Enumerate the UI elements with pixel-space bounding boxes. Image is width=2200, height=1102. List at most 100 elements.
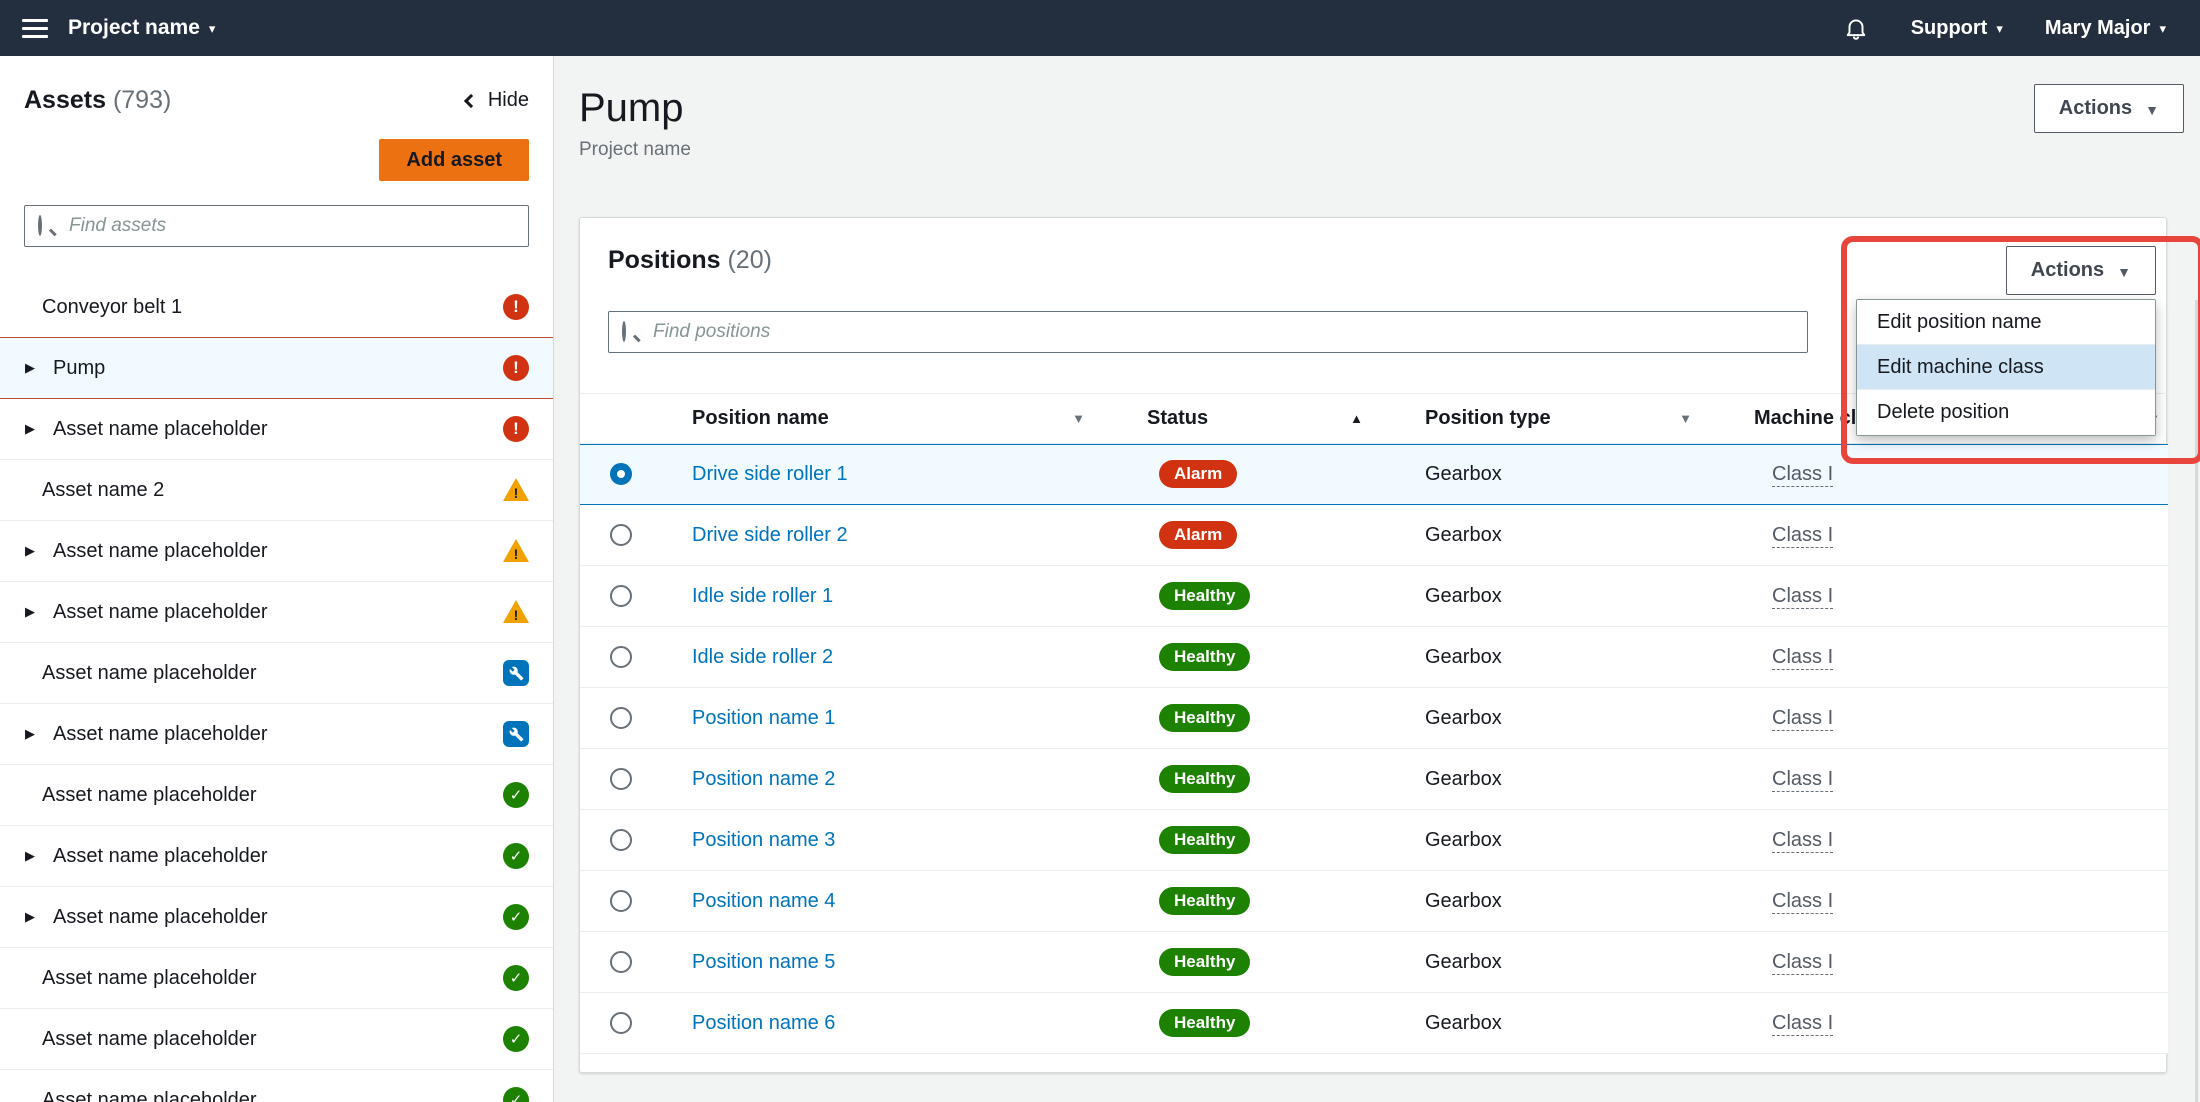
search-icon: [38, 217, 56, 235]
machine-class-link[interactable]: Class I: [1772, 463, 1833, 487]
asset-list-item[interactable]: Asset name placeholder✓: [0, 1009, 553, 1070]
position-row[interactable]: Position name 5HealthyGearboxClass I: [580, 932, 2168, 993]
asset-list-item[interactable]: ▶Asset name placeholder!: [0, 521, 553, 582]
menu-item-edit-machine-class[interactable]: Edit machine class: [1857, 345, 2155, 390]
asset-list-item[interactable]: ▶Asset name placeholder!: [0, 399, 553, 460]
position-name-link[interactable]: Drive side roller 2: [692, 524, 848, 546]
asset-list-item[interactable]: ▶Asset name placeholder: [0, 704, 553, 765]
page-actions-button[interactable]: Actions ▼: [2034, 84, 2184, 133]
machine-class-link[interactable]: Class I: [1772, 890, 1833, 914]
asset-name: Asset name placeholder: [42, 784, 503, 807]
row-select-radio[interactable]: [610, 707, 632, 729]
asset-list-item[interactable]: ▶Asset name placeholder✓: [0, 826, 553, 887]
machine-class-link[interactable]: Class I: [1772, 829, 1833, 853]
asset-name: Asset name placeholder: [53, 418, 503, 441]
asset-name: Asset name placeholder: [53, 540, 503, 563]
machine-class-link[interactable]: Class I: [1772, 951, 1833, 975]
position-name-link[interactable]: Idle side roller 1: [692, 585, 833, 607]
asset-search: [24, 205, 529, 247]
filter-caret-icon[interactable]: ▼: [1679, 411, 1692, 426]
status-badge: Healthy: [1159, 826, 1250, 854]
position-search: [608, 311, 1808, 353]
expand-arrow-icon[interactable]: ▶: [25, 604, 53, 620]
support-menu[interactable]: Support ▾: [1911, 17, 2003, 40]
machine-class-link[interactable]: Class I: [1772, 768, 1833, 792]
expand-arrow-icon[interactable]: ▶: [25, 848, 53, 864]
position-type: Gearbox: [1425, 768, 1502, 790]
column-header-position-type[interactable]: Position type▼: [1423, 394, 1752, 444]
asset-name: Pump: [53, 357, 503, 380]
machine-class-link[interactable]: Class I: [1772, 646, 1833, 670]
position-name-link[interactable]: Drive side roller 1: [692, 463, 848, 485]
machine-class-link[interactable]: Class I: [1772, 585, 1833, 609]
hide-sidebar-link[interactable]: Hide: [466, 89, 529, 112]
machine-class-link[interactable]: Class I: [1772, 524, 1833, 548]
row-select-radio[interactable]: [610, 829, 632, 851]
asset-list-item[interactable]: Conveyor belt 1!: [0, 277, 553, 338]
column-header-position-name[interactable]: Position name▼: [662, 394, 1145, 444]
asset-list-item[interactable]: Asset name 2!: [0, 460, 553, 521]
sort-ascending-icon[interactable]: ▲: [1350, 411, 1363, 426]
machine-class-link[interactable]: Class I: [1772, 707, 1833, 731]
healthy-status-icon: ✓: [503, 904, 529, 930]
status-badge: Healthy: [1159, 643, 1250, 671]
position-row[interactable]: Idle side roller 1HealthyGearboxClass I: [580, 566, 2168, 627]
menu-item-delete-position[interactable]: Delete position: [1857, 390, 2155, 435]
asset-name: Asset name placeholder: [53, 601, 503, 624]
healthy-status-icon: ✓: [503, 965, 529, 991]
expand-arrow-icon[interactable]: ▶: [25, 909, 53, 925]
column-header-status[interactable]: Status▲: [1145, 394, 1423, 444]
filter-caret-icon[interactable]: ▼: [1072, 411, 1085, 426]
position-row[interactable]: Drive side roller 1AlarmGearboxClass I: [580, 444, 2168, 505]
row-select-radio[interactable]: [610, 890, 632, 912]
asset-list-item[interactable]: ▶Asset name placeholder!: [0, 582, 553, 643]
expand-arrow-icon[interactable]: ▶: [25, 360, 53, 376]
position-type: Gearbox: [1425, 890, 1502, 912]
position-row[interactable]: Position name 6HealthyGearboxClass I: [580, 993, 2168, 1054]
row-select-radio[interactable]: [610, 646, 632, 668]
user-menu[interactable]: Mary Major ▾: [2045, 17, 2166, 40]
position-name-link[interactable]: Idle side roller 2: [692, 646, 833, 668]
row-select-radio[interactable]: [610, 585, 632, 607]
asset-list-item[interactable]: ▶Asset name placeholder✓: [0, 887, 553, 948]
row-select-radio[interactable]: [610, 1012, 632, 1034]
position-name-link[interactable]: Position name 3: [692, 829, 835, 851]
row-select-radio[interactable]: [610, 951, 632, 973]
position-row[interactable]: Drive side roller 2AlarmGearboxClass I: [580, 505, 2168, 566]
find-positions-input[interactable]: [608, 311, 1808, 353]
row-select-radio[interactable]: [610, 768, 632, 790]
expand-arrow-icon[interactable]: ▶: [25, 543, 53, 559]
position-row[interactable]: Position name 4HealthyGearboxClass I: [580, 871, 2168, 932]
asset-list-item[interactable]: Asset name placeholder✓: [0, 1070, 553, 1102]
page-actions-label: Actions: [2059, 97, 2132, 120]
hamburger-menu-icon[interactable]: [22, 19, 48, 38]
position-row[interactable]: Position name 3 Healthy Gearbox Class I: [580, 810, 2168, 871]
position-row[interactable]: Position name 1HealthyGearboxClass I: [580, 688, 2168, 749]
vertical-scrollbar[interactable]: [2195, 300, 2198, 1102]
position-name-link[interactable]: Position name 5: [692, 951, 835, 973]
menu-item-edit-position-name[interactable]: Edit position name: [1857, 300, 2155, 345]
expand-arrow-icon[interactable]: ▶: [25, 726, 53, 742]
project-dropdown[interactable]: Project name ▾: [68, 16, 215, 40]
row-select-radio[interactable]: [610, 463, 632, 485]
position-row[interactable]: Idle side roller 2 Healthy Gearbox Class I: [580, 627, 2168, 688]
add-asset-button[interactable]: Add asset: [379, 139, 529, 181]
machine-class-link[interactable]: Class I: [1772, 1012, 1833, 1036]
asset-list-item[interactable]: Asset name placeholder✓: [0, 765, 553, 826]
position-type: Gearbox: [1425, 829, 1502, 851]
notifications-bell-icon[interactable]: [1843, 15, 1869, 41]
asset-list-item[interactable]: ▶Pump!: [0, 338, 553, 399]
positions-tbody: Drive side roller 1AlarmGearboxClass IDr…: [580, 444, 2168, 1054]
find-assets-input[interactable]: [24, 205, 529, 247]
position-row[interactable]: Position name 2HealthyGearboxClass I: [580, 749, 2168, 810]
positions-actions-button[interactable]: Actions ▼: [2006, 246, 2156, 295]
position-name-link[interactable]: Position name 2: [692, 768, 835, 790]
row-select-radio[interactable]: [610, 524, 632, 546]
position-name-link[interactable]: Position name 1: [692, 707, 835, 729]
position-type: Gearbox: [1425, 646, 1502, 668]
position-name-link[interactable]: Position name 4: [692, 890, 835, 912]
asset-list-item[interactable]: Asset name placeholder: [0, 643, 553, 704]
position-name-link[interactable]: Position name 6: [692, 1012, 835, 1034]
expand-arrow-icon[interactable]: ▶: [25, 421, 53, 437]
asset-list-item[interactable]: Asset name placeholder✓: [0, 948, 553, 1009]
